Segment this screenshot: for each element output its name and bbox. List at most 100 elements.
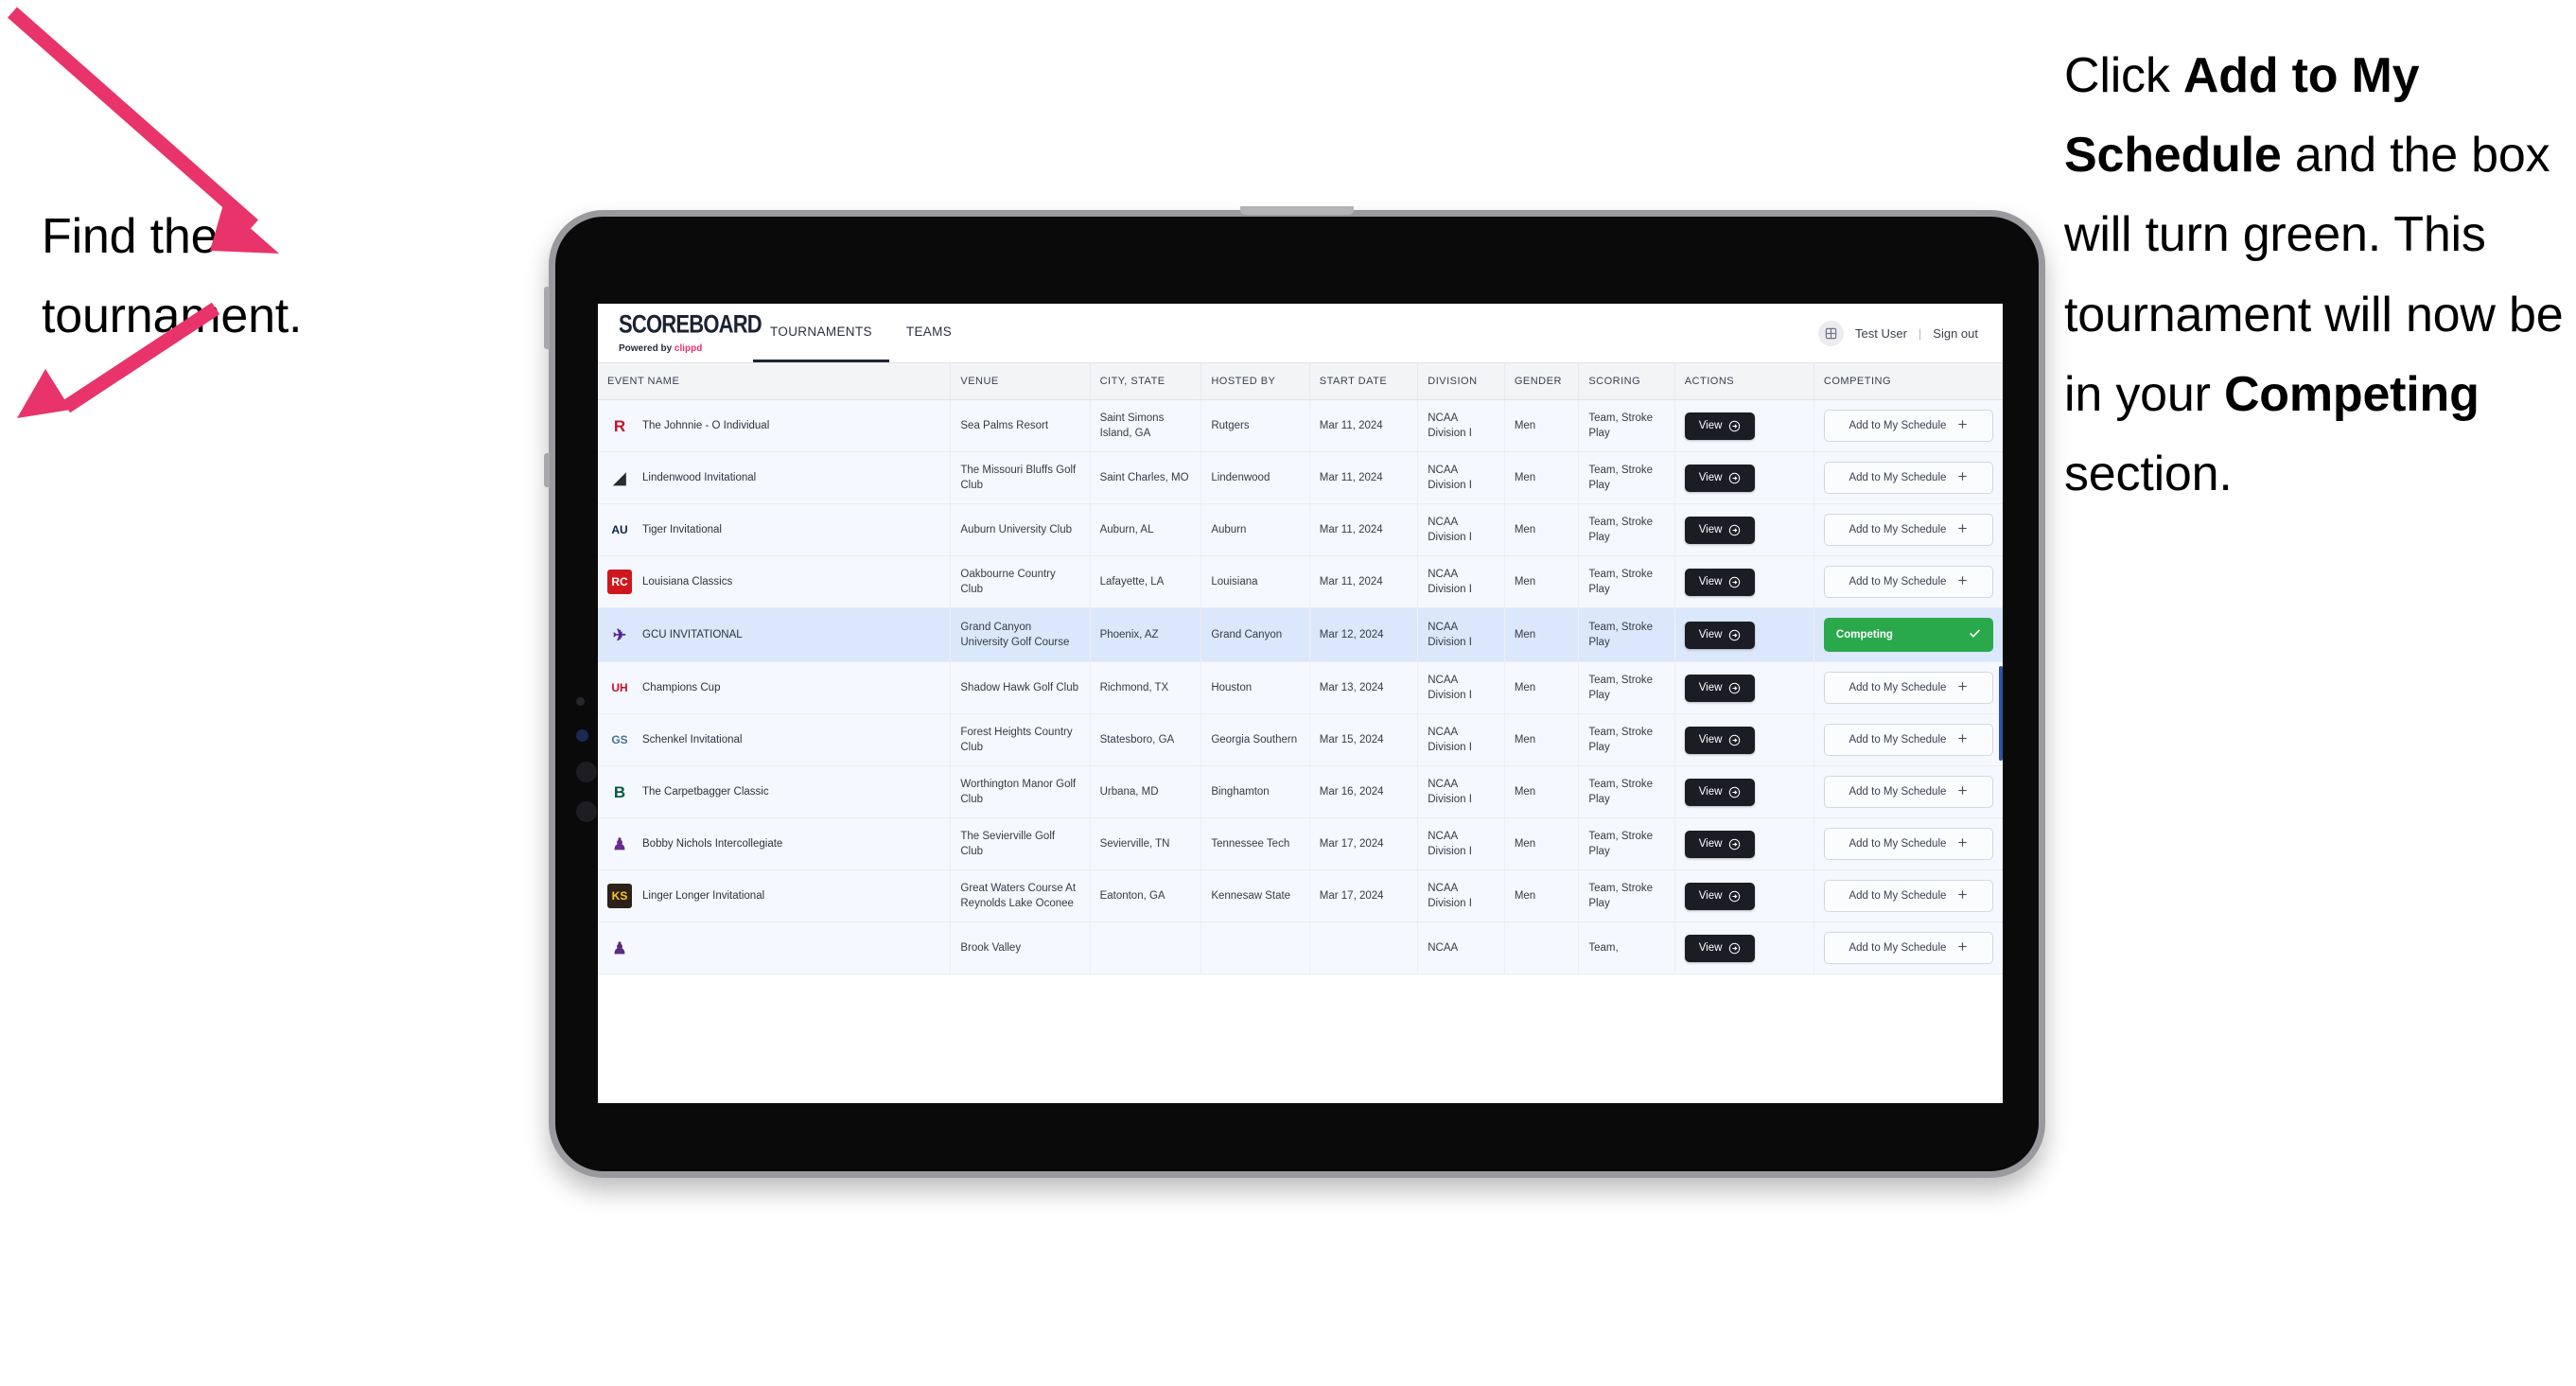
cell-scoring: Team, Stroke Play xyxy=(1578,399,1675,452)
view-button-label: View xyxy=(1698,524,1723,535)
view-button[interactable]: View xyxy=(1684,882,1756,910)
cell-hosted-by: Kennesaw State xyxy=(1200,869,1310,922)
circle-arrow-right-icon xyxy=(1728,682,1741,694)
tablet-power-button[interactable] xyxy=(544,453,550,487)
cell-competing: Add to My Schedule xyxy=(1814,661,2003,714)
add-to-my-schedule-button[interactable]: Add to My Schedule xyxy=(1823,724,1993,756)
view-button[interactable]: View xyxy=(1684,464,1756,492)
column-header-actions[interactable]: ACTIONS xyxy=(1674,363,1814,400)
column-header-venue[interactable]: VENUE xyxy=(950,363,1091,400)
cell-gender: Men xyxy=(1504,399,1580,452)
cell-event-name: ♟ Bobby Nichols Intercollegiate xyxy=(598,817,952,870)
table-header: EVENT NAME VENUE CITY, STATE HOSTED BY START… xyxy=(598,363,2003,400)
cell-gender: Men xyxy=(1504,451,1580,504)
circle-arrow-right-icon xyxy=(1728,734,1741,746)
view-button-label: View xyxy=(1698,420,1723,431)
table-row[interactable]: KS Linger Longer Invitational Great Waters… xyxy=(598,869,2003,922)
column-header-city-state[interactable]: CITY, STATE xyxy=(1090,363,1202,400)
grid-icon[interactable] xyxy=(1818,320,1844,346)
competing-badge-button[interactable]: Competing xyxy=(1823,618,1993,652)
add-to-my-schedule-button[interactable]: Add to My Schedule xyxy=(1823,828,1993,860)
plus-icon xyxy=(1957,733,1968,746)
tournaments-table-scroll-region[interactable]: EVENT NAME VENUE CITY, STATE HOSTED BY START… xyxy=(598,363,2003,1103)
view-button[interactable]: View xyxy=(1684,568,1756,596)
add-to-my-schedule-button[interactable]: Add to My Schedule xyxy=(1823,776,1993,808)
cell-actions: View xyxy=(1674,607,1814,662)
plus-icon xyxy=(1957,941,1968,955)
table-row[interactable]: RC Louisiana Classics Oakbourne Country Cl… xyxy=(598,555,2003,608)
table-row[interactable]: UH Champions Cup Shadow Hawk Golf Club Rich… xyxy=(598,661,2003,714)
column-header-division[interactable]: DIVISION xyxy=(1417,363,1505,400)
cell-division: NCAA Division I xyxy=(1417,817,1505,870)
view-button[interactable]: View xyxy=(1684,621,1756,649)
plus-icon xyxy=(1957,837,1968,851)
column-header-scoring[interactable]: SCORING xyxy=(1578,363,1675,400)
event-name-label: Tiger Invitational xyxy=(642,523,722,535)
table-row[interactable]: GS Schenkel Invitational Forest Heights Co… xyxy=(598,713,2003,766)
view-button[interactable]: View xyxy=(1684,778,1756,806)
cell-gender: Men xyxy=(1504,869,1580,922)
add-to-my-schedule-button[interactable]: Add to My Schedule xyxy=(1823,672,1993,704)
add-to-my-schedule-button[interactable]: Add to My Schedule xyxy=(1823,462,1993,494)
plus-icon xyxy=(1957,419,1968,432)
tablet-volume-button[interactable] xyxy=(544,287,550,349)
add-to-my-schedule-label: Add to My Schedule xyxy=(1849,576,1947,588)
view-button[interactable]: View xyxy=(1684,934,1756,962)
cell-event-name: ✈ GCU INVITATIONAL xyxy=(598,607,952,662)
cell-venue: Auburn University Club xyxy=(950,503,1091,556)
bezel-sensor-dot xyxy=(576,697,585,706)
cell-venue: Oakbourne Country Club xyxy=(950,555,1091,608)
column-header-start-date[interactable]: START DATE xyxy=(1309,363,1419,400)
column-header-hosted-by[interactable]: HOSTED BY xyxy=(1200,363,1310,400)
cell-actions: View xyxy=(1674,713,1814,766)
view-button[interactable]: View xyxy=(1684,830,1756,858)
team-logo-icon: AU xyxy=(611,523,628,536)
cell-city-state: Statesboro, GA xyxy=(1090,713,1202,766)
cell-start-date xyxy=(1309,921,1419,974)
cell-actions: View xyxy=(1674,399,1814,452)
cell-competing: Add to My Schedule xyxy=(1814,713,2003,766)
column-header-competing[interactable]: COMPETING xyxy=(1814,363,2003,400)
table-row[interactable]: ♟ Bobby Nichols Intercollegiate The Sevier… xyxy=(598,817,2003,870)
table-row[interactable]: AU Tiger Invitational Auburn University Cl… xyxy=(598,503,2003,556)
column-header-gender[interactable]: GENDER xyxy=(1504,363,1580,400)
brand-logo[interactable]: SCOREBOARD Powered by clippd xyxy=(598,304,762,362)
sign-out-link[interactable]: Sign out xyxy=(1933,326,1978,341)
view-button[interactable]: View xyxy=(1684,726,1756,754)
table-row[interactable]: ✈ GCU INVITATIONAL Grand Canyon University… xyxy=(598,607,2003,662)
view-button[interactable]: View xyxy=(1684,674,1756,702)
add-to-my-schedule-label: Add to My Schedule xyxy=(1849,838,1947,850)
circle-arrow-right-icon xyxy=(1728,420,1741,432)
column-header-event-name[interactable]: EVENT NAME xyxy=(598,363,952,400)
cell-competing: Add to My Schedule xyxy=(1814,399,2003,452)
cell-start-date: Mar 11, 2024 xyxy=(1309,399,1419,452)
app-header: SCOREBOARD Powered by clippd TOURNAMENTS… xyxy=(598,304,2003,363)
clippd-wordmark: clippd xyxy=(674,343,703,354)
table-row[interactable]: ♟ Brook Valley NCAA Team, View Add to My Sche… xyxy=(598,921,2003,974)
table-row[interactable]: ◢ Lindenwood Invitational The Missouri Blu… xyxy=(598,451,2003,504)
annotation-find-tournament: Find the tournament. xyxy=(42,209,303,344)
table-row[interactable]: B The Carpetbagger Classic Worthington Man… xyxy=(598,765,2003,818)
add-to-my-schedule-button[interactable]: Add to My Schedule xyxy=(1823,514,1993,546)
add-to-my-schedule-button[interactable]: Add to My Schedule xyxy=(1823,880,1993,912)
tab-teams[interactable]: TEAMS xyxy=(889,304,969,362)
tab-tournaments[interactable]: TOURNAMENTS xyxy=(753,304,889,362)
annotation-add-to-my-schedule: Click Add to My Schedule and the box wil… xyxy=(2064,36,2576,514)
vertical-scrollbar[interactable] xyxy=(1999,666,2003,761)
cell-city-state: Saint Simons Island, GA xyxy=(1090,399,1202,452)
cell-event-name: AU Tiger Invitational xyxy=(598,503,952,556)
add-to-my-schedule-label: Add to My Schedule xyxy=(1849,734,1947,746)
view-button[interactable]: View xyxy=(1684,516,1756,544)
cell-start-date: Mar 11, 2024 xyxy=(1309,451,1419,504)
cell-gender: Men xyxy=(1504,713,1580,766)
view-button-label: View xyxy=(1698,890,1723,902)
add-to-my-schedule-button[interactable]: Add to My Schedule xyxy=(1823,410,1993,442)
cell-start-date: Mar 16, 2024 xyxy=(1309,765,1419,818)
table-row[interactable]: R The Johnnie - O Individual Sea Palms Res… xyxy=(598,399,2003,452)
bezel-camera-dot xyxy=(576,729,588,742)
add-to-my-schedule-label: Add to My Schedule xyxy=(1849,786,1947,798)
add-to-my-schedule-button[interactable]: Add to My Schedule xyxy=(1823,566,1993,598)
add-to-my-schedule-button[interactable]: Add to My Schedule xyxy=(1823,932,1993,964)
view-button[interactable]: View xyxy=(1684,412,1756,440)
cell-actions: View xyxy=(1674,661,1814,714)
